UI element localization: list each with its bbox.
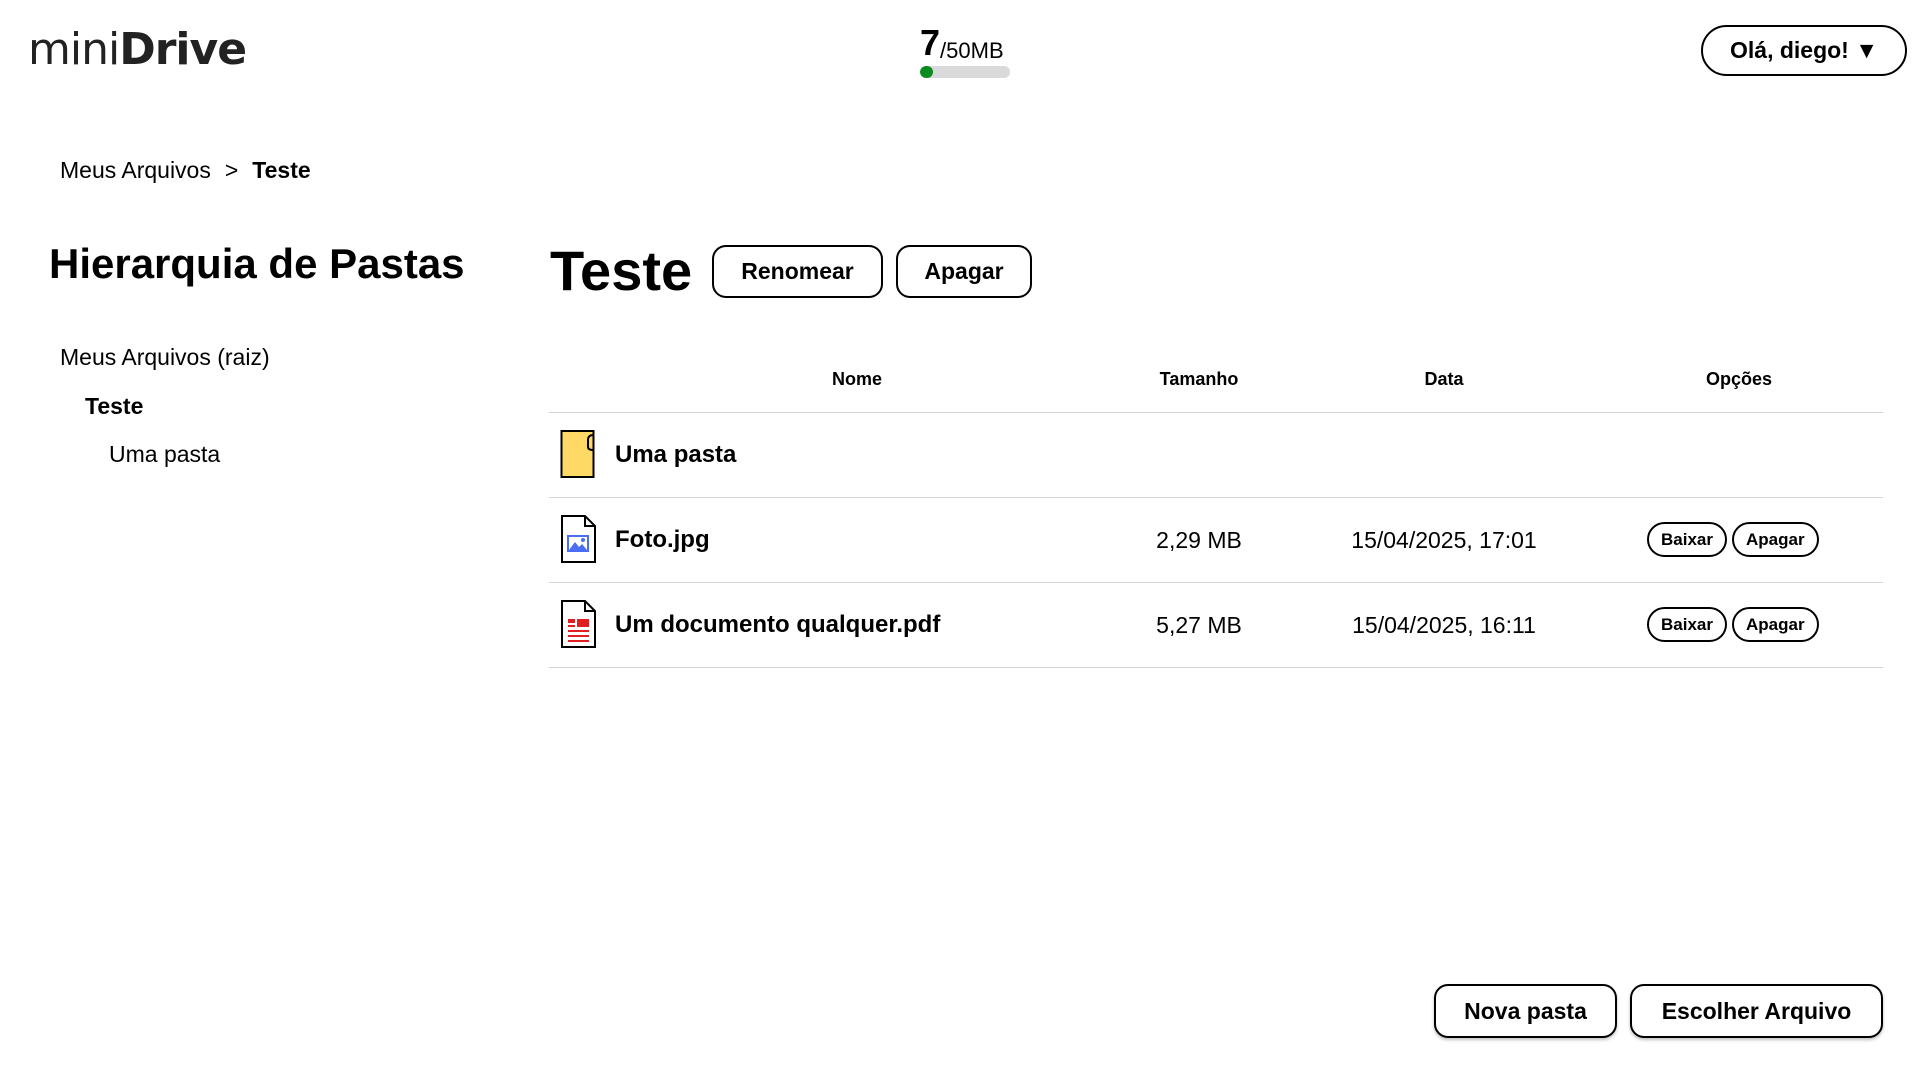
breadcrumb-current: Teste — [252, 157, 311, 183]
table-header: Nome Tamanho Data Opções — [549, 355, 1883, 413]
item-options: Baixar Apagar — [1647, 522, 1819, 557]
choose-file-button[interactable]: Escolher Arquivo — [1630, 984, 1883, 1038]
top-bar: miniDrive 7/50MB Olá, diego! ▼ — [0, 0, 1920, 100]
download-button[interactable]: Baixar — [1647, 607, 1727, 642]
pdf-file-icon — [560, 599, 597, 649]
item-options: Baixar Apagar — [1647, 607, 1819, 642]
item-date: 15/04/2025, 17:01 — [1351, 527, 1537, 553]
rename-folder-button[interactable]: Renomear — [712, 245, 883, 298]
column-header-size[interactable]: Tamanho — [1160, 369, 1239, 390]
tree-item-root[interactable]: Meus Arquivos (raiz) — [60, 344, 270, 371]
app-logo[interactable]: miniDrive — [28, 24, 247, 75]
tree-item-teste[interactable]: Teste — [85, 393, 143, 420]
table-row[interactable]: Um documento qualquer.pdf 5,27 MB 15/04/… — [549, 583, 1883, 668]
breadcrumb-separator: > — [224, 157, 239, 183]
delete-file-button[interactable]: Apagar — [1731, 522, 1819, 557]
item-name[interactable]: Um documento qualquer.pdf — [615, 611, 940, 639]
column-header-name[interactable]: Nome — [832, 369, 882, 390]
item-size: 2,29 MB — [1156, 527, 1242, 553]
sidebar-title: Hierarquia de Pastas — [49, 240, 465, 287]
folder-icon — [560, 429, 597, 479]
table-row[interactable]: Uma pasta — [549, 413, 1883, 498]
item-date: 15/04/2025, 16:11 — [1352, 612, 1536, 638]
storage-used: 7 — [920, 22, 941, 63]
download-button[interactable]: Baixar — [1647, 522, 1727, 557]
storage-progress-fill — [920, 66, 933, 78]
delete-file-button[interactable]: Apagar — [1731, 607, 1819, 642]
user-menu-button[interactable]: Olá, diego! ▼ — [1701, 25, 1907, 76]
storage-text: 7/50MB — [920, 22, 1012, 64]
logo-bold-text: Drive — [119, 24, 247, 75]
new-folder-button[interactable]: Nova pasta — [1434, 984, 1617, 1038]
item-size: 5,27 MB — [1156, 612, 1242, 638]
storage-total: /50MB — [940, 38, 1004, 63]
item-name[interactable]: Foto.jpg — [615, 526, 710, 554]
breadcrumb-root-link[interactable]: Meus Arquivos — [60, 157, 211, 183]
column-header-options: Opções — [1705, 369, 1773, 389]
image-file-icon — [560, 514, 597, 564]
item-name[interactable]: Uma pasta — [615, 441, 736, 469]
tree-item-uma-pasta[interactable]: Uma pasta — [109, 441, 220, 468]
storage-indicator: 7/50MB — [920, 22, 1012, 78]
page-title: Teste — [550, 239, 693, 302]
column-header-date[interactable]: Data — [1424, 369, 1463, 390]
breadcrumb: Meus Arquivos > Teste — [60, 157, 311, 184]
table-row[interactable]: Foto.jpg 2,29 MB 15/04/2025, 17:01 Baixa… — [549, 498, 1883, 583]
storage-progress-bar — [920, 66, 1010, 78]
delete-folder-button[interactable]: Apagar — [896, 245, 1032, 298]
logo-light-text: mini — [28, 24, 120, 75]
file-table: Nome Tamanho Data Opções Uma pasta Foto.… — [549, 355, 1883, 668]
